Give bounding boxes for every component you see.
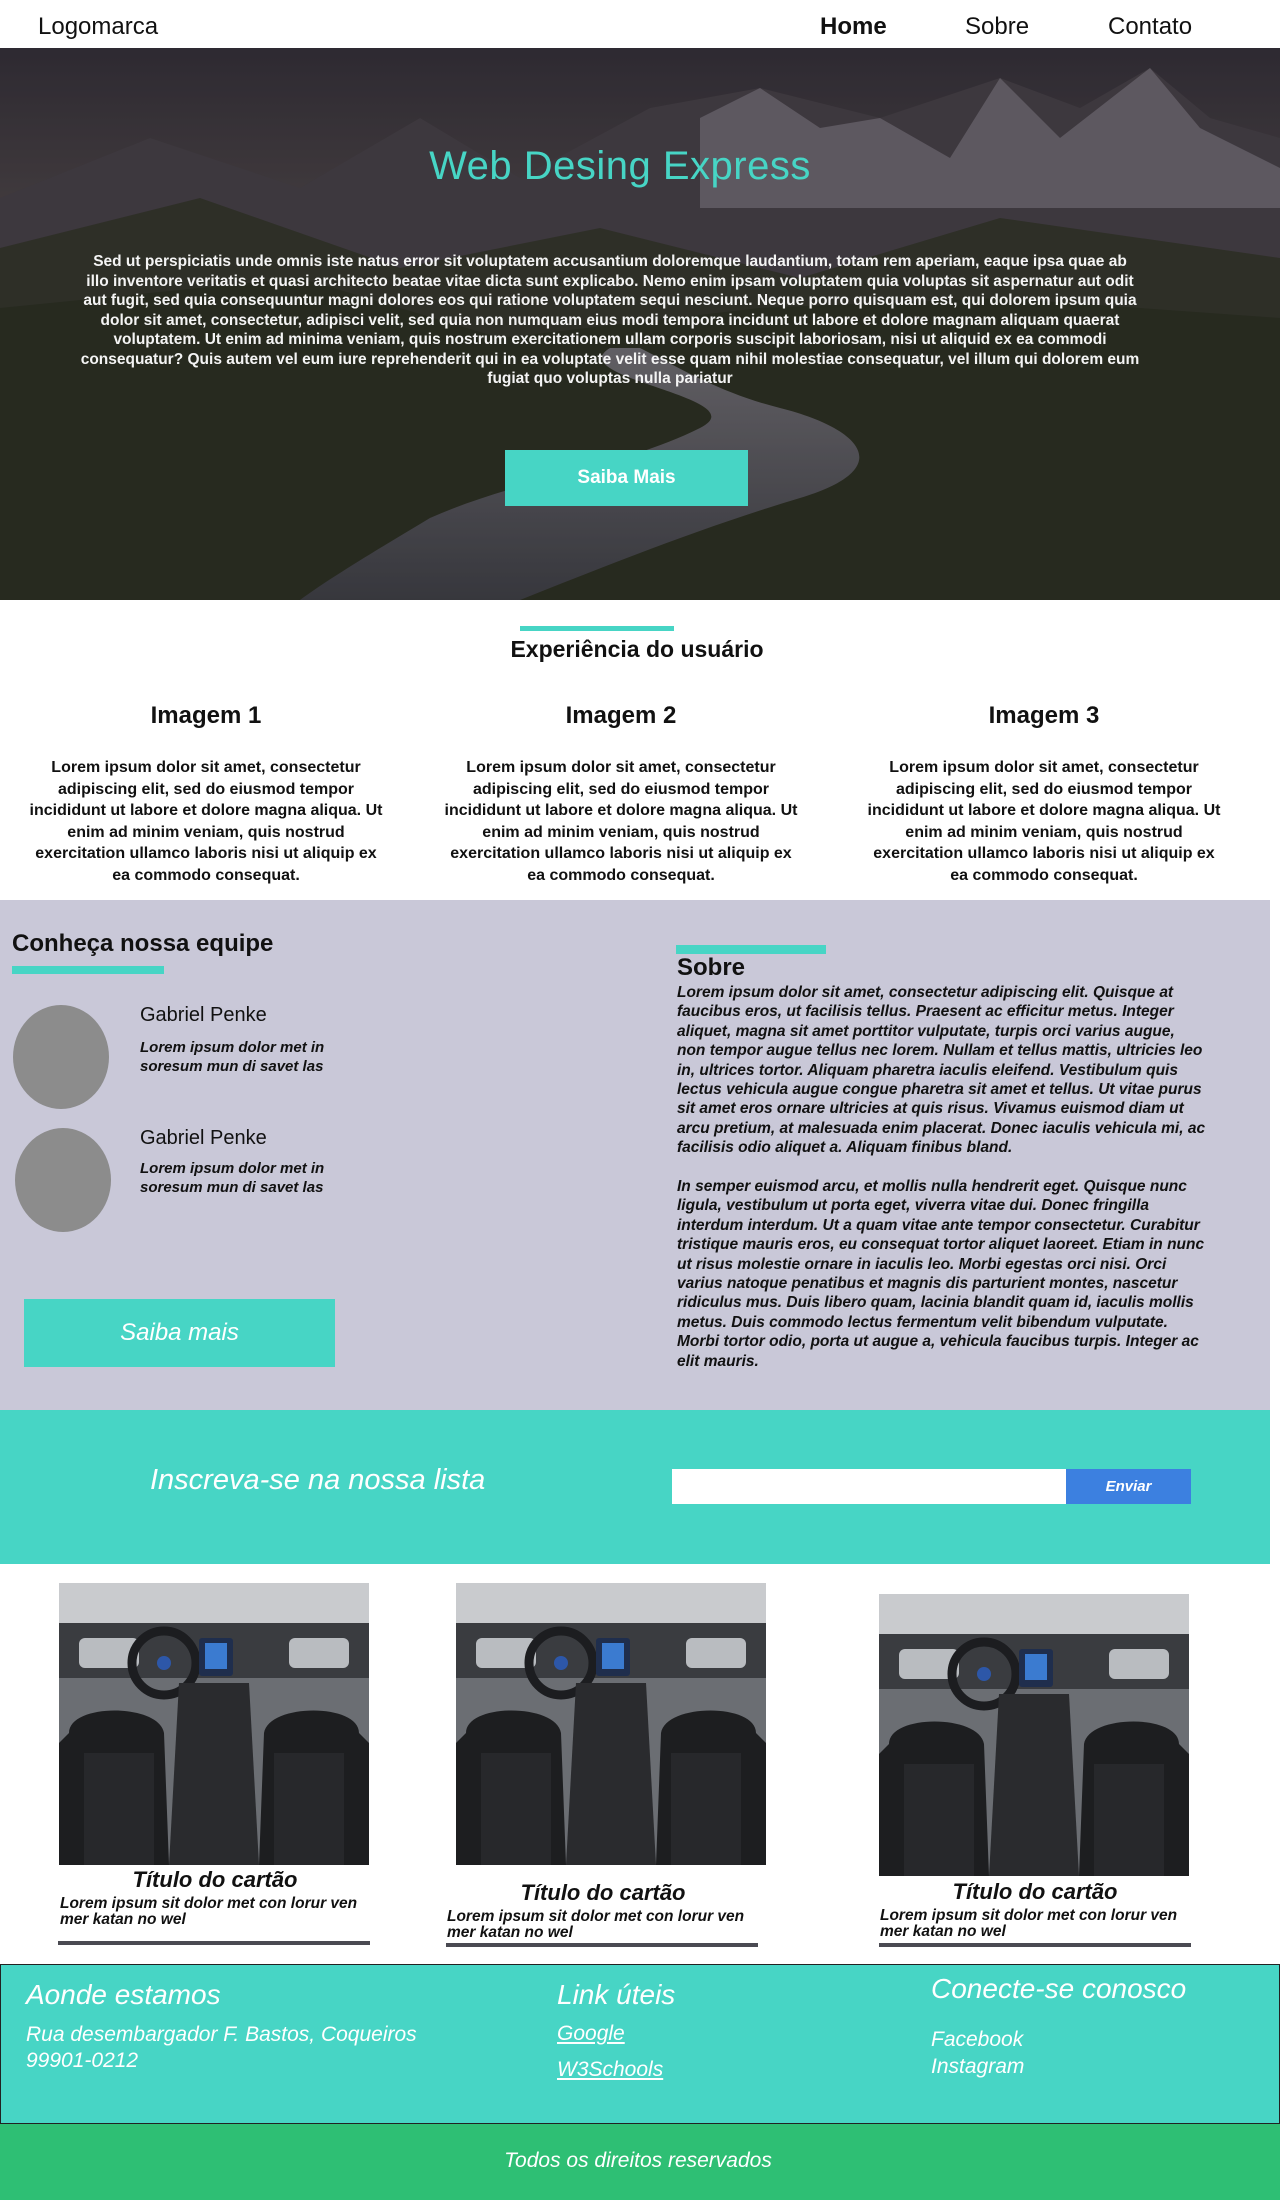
footer-links-title: Link úteis [557, 1979, 676, 2010]
column-2-title: Imagem 2 [565, 702, 677, 729]
experience-accent-bar [520, 626, 674, 631]
team-accent-bar [12, 966, 164, 974]
column-3-title: Imagem 3 [988, 702, 1100, 729]
hero-title: Web Desing Express [429, 144, 811, 188]
card-3-image [879, 1594, 1189, 1876]
nav-home-link[interactable]: Home [820, 13, 887, 41]
column-2-text: Lorem ipsum dolor sit amet, consectetur … [444, 759, 798, 884]
footer-link-w3schools[interactable]: W3Schools [557, 2058, 663, 2082]
newsletter-section: Inscreva-se na nossa lista Enviar [0, 1410, 1270, 1564]
nav-sobre-link[interactable]: Sobre [965, 13, 1029, 41]
card-2-divider [446, 1943, 758, 1947]
logo[interactable]: Logomarca [38, 13, 158, 41]
card-1-divider [58, 1941, 370, 1945]
site-footer: Aonde estamos Rua desembargador F. Basto… [0, 1964, 1280, 2124]
team-title: Conheça nossa equipe [12, 930, 274, 957]
about-accent-bar [676, 945, 826, 954]
nav-contato-link[interactable]: Contato [1108, 13, 1192, 41]
member-2-name: Gabriel Penke [140, 1127, 267, 1149]
footer-facebook-link[interactable]: Facebook [931, 2027, 1023, 2053]
card-1-text: Lorem ipsum sit dolor met con lorur ven … [60, 1895, 358, 1928]
hero-section: Web Desing Express Sed ut perspiciatis u… [0, 48, 1280, 600]
card-1-title: Título do cartão [132, 1867, 298, 1892]
about-paragraph: Lorem ipsum dolor sit amet, consectetur … [677, 984, 1206, 1157]
member-1-avatar [13, 1005, 109, 1109]
footer-social-title: Conecte-se conosco [931, 1973, 1187, 2004]
column-1-title: Imagem 1 [150, 702, 262, 729]
column-1-text: Lorem ipsum dolor sit amet, consectetur … [29, 759, 383, 884]
about-text: Lorem ipsum dolor sit amet, consectetur … [677, 983, 1207, 1371]
card-2-image [456, 1583, 766, 1865]
card-3-text: Lorem ipsum sit dolor met con lorur ven … [880, 1907, 1178, 1940]
newsletter-email-input[interactable] [672, 1469, 1066, 1504]
experience-title: Experiência do usuário [510, 636, 764, 662]
copyright-bar: Todos os direitos reservados [0, 2124, 1280, 2200]
card-1-image [59, 1583, 369, 1865]
copyright-text: Todos os direitos reservados [504, 2149, 772, 2172]
card-2-text: Lorem ipsum sit dolor met con lorur ven … [447, 1908, 745, 1941]
newsletter-title: Inscreva-se na nossa lista [150, 1464, 486, 1496]
footer-location-title: Aonde estamos [26, 1979, 221, 2010]
hero-description: Sed ut perspiciatis unde omnis iste natu… [80, 253, 1140, 387]
footer-address-line2: 99901-0212 [26, 2049, 139, 2072]
footer-address-line1: Rua desembargador F. Bastos, Coqueiros [26, 2023, 417, 2046]
card-2-title: Título do cartão [520, 1880, 686, 1905]
team-section: Conheça nossa equipe Gabriel Penke Lorem… [0, 900, 1270, 1410]
card-3-title: Título do cartão [952, 1879, 1118, 1904]
hero-saiba-mais-button[interactable]: Saiba Mais [505, 450, 748, 506]
site-header: Logomarca Home Sobre Contato [0, 0, 1280, 48]
team-saiba-mais-button[interactable]: Saiba mais [24, 1299, 335, 1367]
footer-link-google[interactable]: Google [557, 2022, 625, 2046]
member-1-description: Lorem ipsum dolor met in soresum mun di … [140, 1039, 325, 1075]
card-3-divider [879, 1943, 1191, 1947]
member-1-name: Gabriel Penke [140, 1004, 267, 1026]
about-title: Sobre [677, 954, 746, 981]
member-2-description: Lorem ipsum dolor met in soresum mun di … [140, 1160, 325, 1196]
newsletter-send-button[interactable]: Enviar [1066, 1469, 1191, 1504]
column-3-text: Lorem ipsum dolor sit amet, consectetur … [867, 759, 1221, 884]
about-paragraph: In semper euismod arcu, et mollis nulla … [677, 1178, 1205, 1370]
member-2-avatar [15, 1128, 111, 1232]
footer-instagram-link[interactable]: Instagram [931, 2054, 1024, 2080]
